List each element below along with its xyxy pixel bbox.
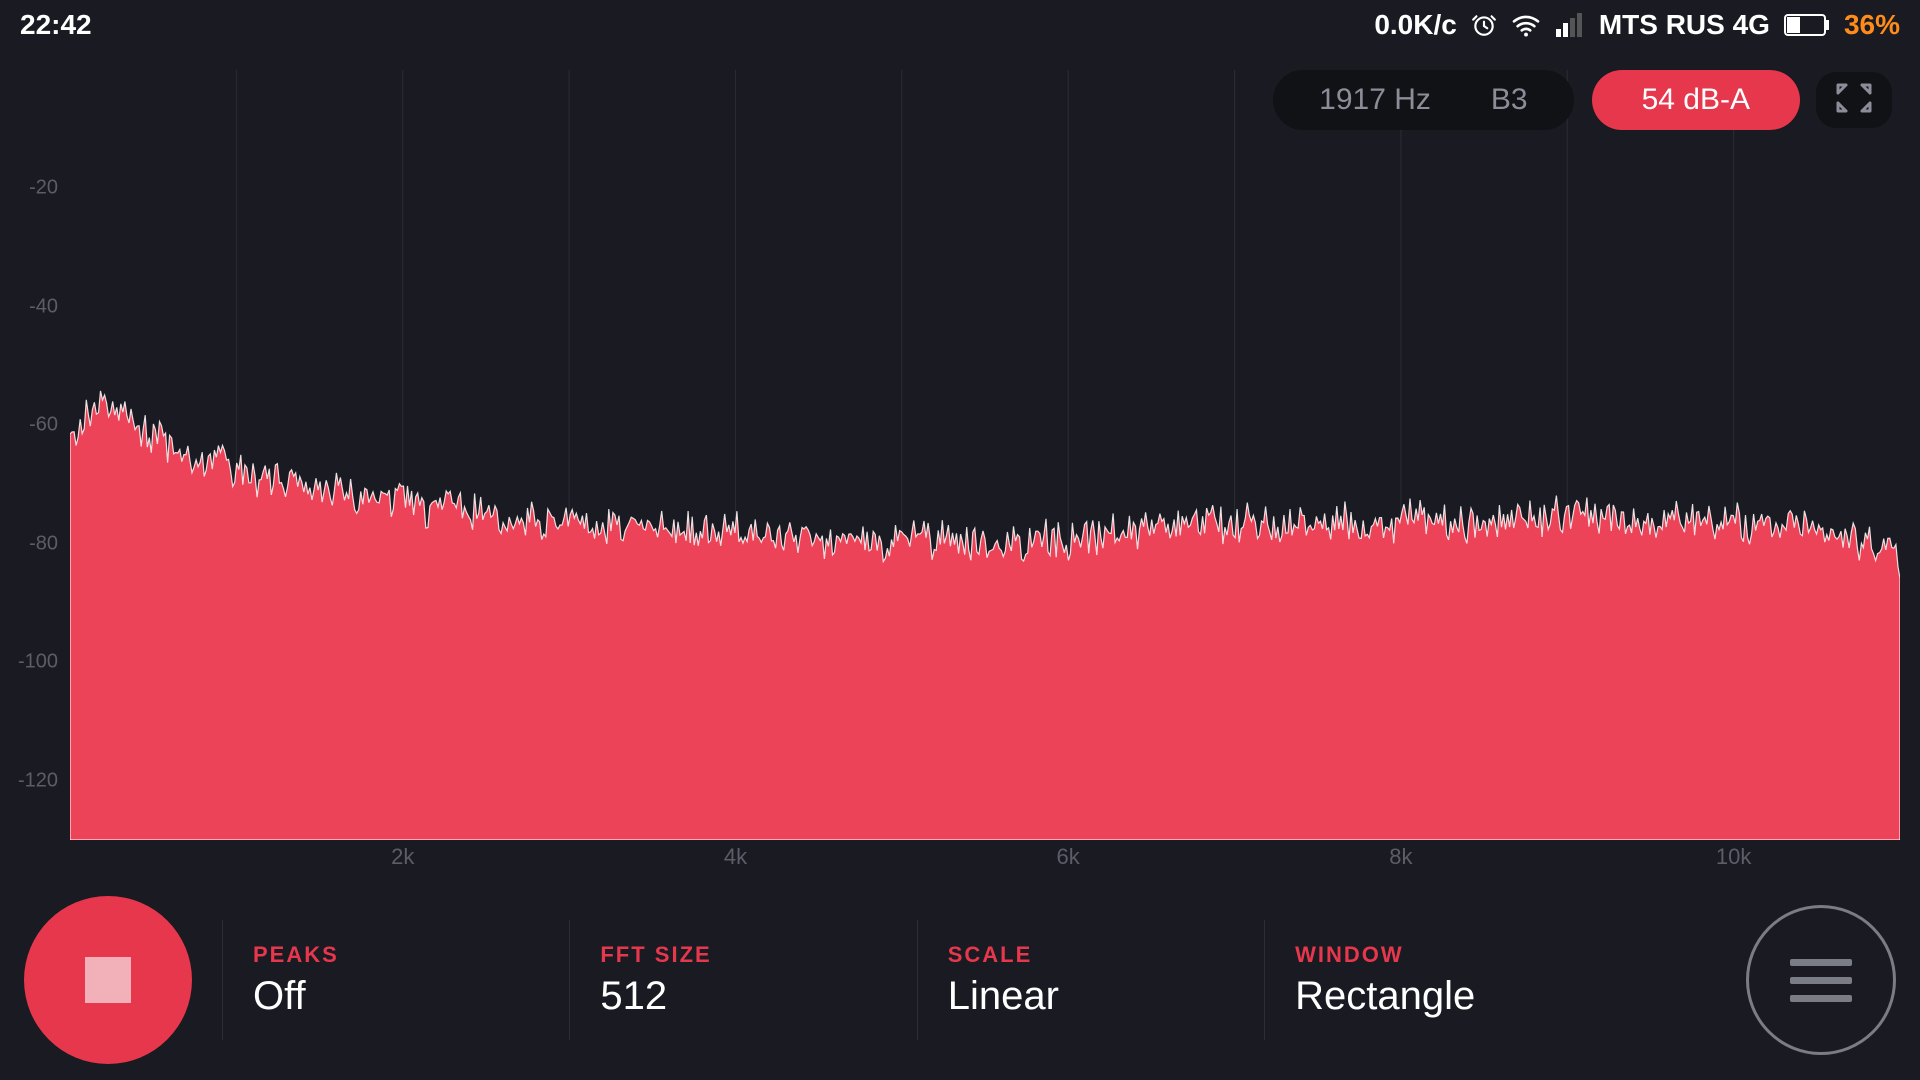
y-tick-label: -40 (29, 295, 58, 318)
status-battery-pct: 36% (1844, 9, 1900, 41)
expand-icon (1834, 81, 1874, 120)
readout-frequency: 1917 Hz (1319, 83, 1431, 117)
fft-size-control[interactable]: FFT SIZE 512 (569, 920, 916, 1040)
status-time: 22:42 (20, 9, 92, 41)
x-tick-label: 8k (1389, 844, 1412, 870)
fft-size-label: FFT SIZE (600, 942, 886, 968)
window-label: WINDOW (1295, 942, 1696, 968)
peaks-label: PEAKS (253, 942, 539, 968)
battery-icon (1784, 14, 1830, 36)
readout-level: 54 dB-A (1642, 83, 1750, 117)
y-tick-label: -60 (29, 414, 58, 437)
wifi-icon (1511, 13, 1541, 37)
spectrum-chart[interactable]: -20 -40 -60 -80 -100 -120 2k 4k 6k 8k 10k (0, 50, 1920, 880)
freq-note-pill[interactable]: 1917 Hz B3 (1273, 70, 1573, 130)
status-bar: 22:42 0.0K/c MTS RUS 4G 36% (0, 0, 1920, 50)
y-tick-label: -80 (29, 532, 58, 555)
y-tick-label: -100 (18, 651, 58, 674)
scale-label: SCALE (948, 942, 1234, 968)
status-right-cluster: 0.0K/c MTS RUS 4G 36% (1374, 9, 1900, 41)
peaks-value: Off (253, 974, 539, 1019)
x-tick-label: 4k (724, 844, 747, 870)
peaks-control[interactable]: PEAKS Off (222, 920, 569, 1040)
window-value: Rectangle (1295, 974, 1696, 1019)
y-tick-label: -120 (18, 769, 58, 792)
x-tick-label: 10k (1716, 844, 1751, 870)
x-tick-label: 6k (1057, 844, 1080, 870)
scale-value: Linear (948, 974, 1234, 1019)
record-stop-button[interactable] (24, 896, 192, 1064)
x-tick-label: 2k (391, 844, 414, 870)
y-axis-labels: -20 -40 -60 -80 -100 -120 (0, 70, 68, 840)
fft-size-value: 512 (600, 974, 886, 1019)
stop-icon (85, 957, 131, 1003)
x-axis-labels: 2k 4k 6k 8k 10k (70, 840, 1900, 880)
alarm-icon (1471, 12, 1497, 38)
window-control[interactable]: WINDOW Rectangle (1264, 920, 1726, 1040)
status-carrier: MTS RUS 4G (1599, 9, 1770, 41)
hamburger-icon (1790, 995, 1852, 1002)
readout-note: B3 (1491, 83, 1528, 117)
expand-button[interactable] (1816, 72, 1892, 128)
level-pill[interactable]: 54 dB-A (1592, 70, 1800, 130)
readout-cluster: 1917 Hz B3 54 dB-A (1273, 70, 1800, 130)
menu-button[interactable] (1746, 905, 1896, 1055)
scale-control[interactable]: SCALE Linear (917, 920, 1264, 1040)
bottom-controls: PEAKS Off FFT SIZE 512 SCALE Linear WIND… (0, 880, 1920, 1080)
hamburger-icon (1790, 977, 1852, 984)
status-speed: 0.0K/c (1374, 9, 1457, 41)
spectrum-svg (70, 70, 1900, 840)
y-tick-label: -20 (29, 177, 58, 200)
hamburger-icon (1790, 959, 1852, 966)
signal-icon (1555, 13, 1585, 37)
